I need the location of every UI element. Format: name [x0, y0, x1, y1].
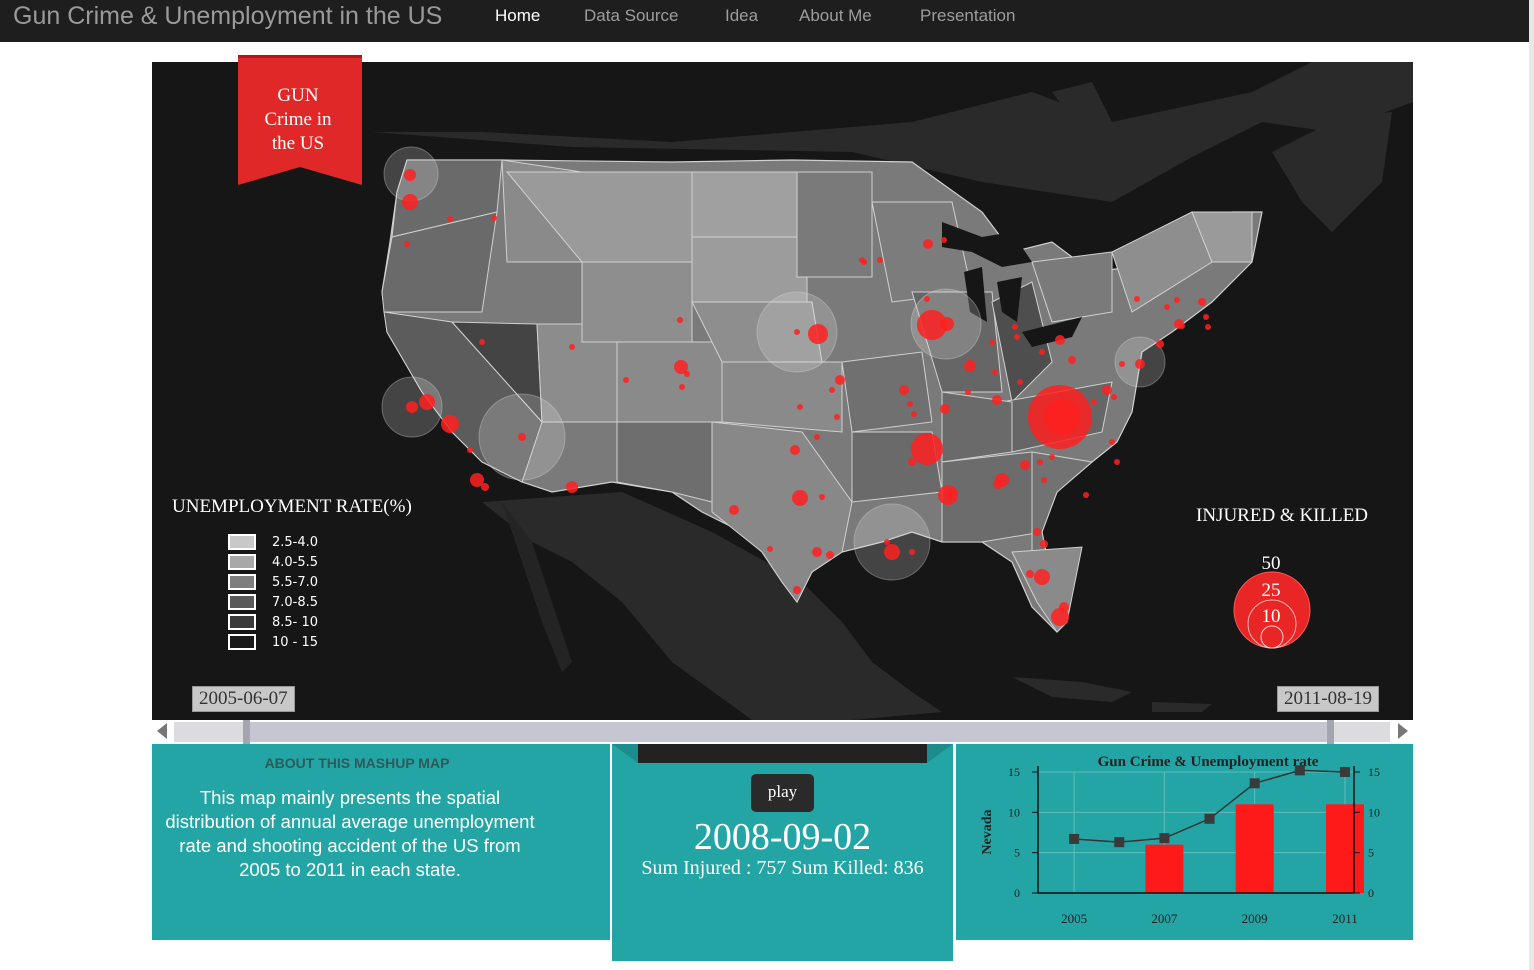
- chart-line-point: [1249, 778, 1260, 789]
- chart-title: Gun Crime & Unemployment rate: [1098, 754, 1319, 770]
- unemployment-legend-title: UNEMPLOYMENT RATE(%): [172, 496, 412, 517]
- chart-bar: [1145, 844, 1184, 893]
- nav-data-source[interactable]: Data Source: [584, 6, 679, 26]
- nav-presentation[interactable]: Presentation: [920, 6, 1015, 26]
- chart-x-tick-label: 2009: [1242, 911, 1268, 926]
- size-legend-label: 25: [1261, 580, 1281, 601]
- ribbon-line-1: GUN: [277, 85, 319, 106]
- timeline-end-handle[interactable]: [1327, 720, 1334, 744]
- legend-swatch: [228, 534, 256, 550]
- legend-swatch: [228, 574, 256, 590]
- slider-right-arrow[interactable]: [1398, 723, 1408, 739]
- size-legend-label: 50: [1261, 553, 1281, 574]
- legend-label: 7.0-8.5: [272, 595, 319, 610]
- ribbon-line-3: the US: [271, 133, 325, 154]
- timeline-start-label: 2005-06-07: [192, 686, 295, 712]
- play-button[interactable]: play: [751, 774, 814, 812]
- chart-line-point: [1069, 833, 1080, 844]
- site-title[interactable]: Gun Crime & Unemployment in the US: [13, 2, 442, 31]
- legend-label: 10 - 15: [272, 635, 319, 650]
- current-date: 2008-09-02: [693, 816, 872, 858]
- ribbon-line-2: Crime in: [264, 109, 332, 130]
- legend-label: 4.0-5.5: [272, 555, 319, 570]
- timeline-selected-range[interactable]: [248, 722, 1330, 742]
- chart-y-tick-label-left: 0: [1014, 886, 1020, 900]
- chart-line-point: [1294, 765, 1305, 776]
- page-scrollbar[interactable]: [1529, 0, 1534, 970]
- nav-idea[interactable]: Idea: [725, 6, 758, 26]
- legend-swatch: [228, 634, 256, 650]
- about-title: ABOUT THIS MASHUP MAP: [264, 755, 450, 771]
- chart-ylabel: Nevada: [980, 809, 995, 854]
- chart-y-tick-label-left: 10: [1008, 805, 1020, 819]
- legend-label: 5.5-7.0: [272, 575, 319, 590]
- chart-line-point: [1339, 767, 1350, 777]
- chart-line-point: [1159, 833, 1170, 844]
- chart-line-point: [1114, 837, 1125, 848]
- chart-y-tick-label-left: 15: [1008, 765, 1020, 779]
- chart-y-tick-label-right: 0: [1368, 886, 1374, 900]
- legend-swatch: [228, 594, 256, 610]
- chart-y-tick-label-right: 5: [1368, 846, 1374, 860]
- sum-injured-killed: Sum Injured : 757 Sum Killed: 836: [641, 857, 924, 879]
- chart-line-series: [1074, 769, 1345, 843]
- chart-x-tick-label: 2011: [1332, 911, 1358, 926]
- chart-y-tick-label-right: 15: [1368, 765, 1380, 779]
- chart-x-tick-label: 2005: [1061, 911, 1087, 926]
- player-header-bar: [638, 744, 927, 763]
- chart-bar: [1235, 804, 1274, 893]
- legend-label: 8.5- 10: [272, 615, 319, 630]
- injured-killed-legend-title: INJURED & KILLED: [1196, 505, 1369, 526]
- legend-label: 2.5-4.0: [272, 535, 319, 550]
- chart-y-tick-label-right: 10: [1368, 805, 1380, 819]
- chart-line-point: [1204, 813, 1215, 824]
- about-description: This map mainly presents the spatial dis…: [165, 787, 535, 880]
- timeline-end-label: 2011-08-19: [1277, 686, 1379, 712]
- ribbon-text: GUN Crime in the US: [238, 84, 358, 156]
- slider-left-arrow[interactable]: [157, 723, 167, 739]
- chart-bar: [1325, 804, 1364, 893]
- size-legend-label: 10: [1261, 606, 1281, 627]
- timeline-start-handle[interactable]: [243, 720, 250, 744]
- legend-swatch: [228, 554, 256, 570]
- chart-x-tick-label: 2007: [1151, 911, 1178, 926]
- chart-y-tick-label-left: 5: [1014, 846, 1020, 860]
- nav-about-me[interactable]: About Me: [799, 6, 872, 26]
- nevada-chart: Gun Crime & Unemployment rate Nevada 0 0 5…: [980, 754, 1380, 926]
- nav-home[interactable]: Home: [495, 6, 540, 26]
- legend-swatch: [228, 614, 256, 630]
